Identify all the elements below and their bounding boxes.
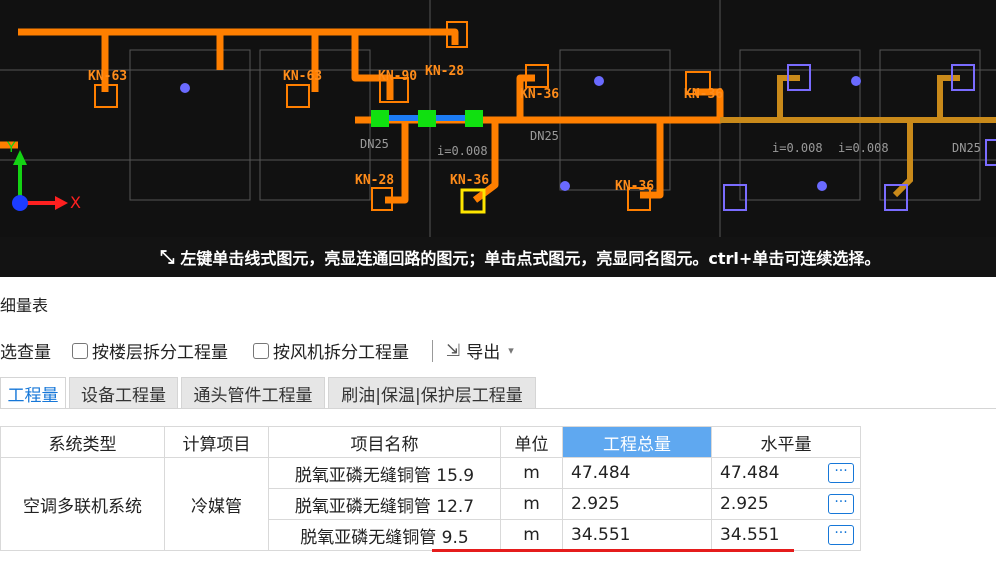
hint-text: 左键单击线式图元，亮显连通回路的图元；单击点式图元，亮显同名图元。ctrl+单击… [180, 249, 881, 268]
pipe-size-label: DN25 [360, 137, 389, 151]
tab-label: 通头管件工程量 [193, 385, 313, 406]
hint-bar: ⤡ 左键单击线式图元，亮显连通回路的图元；单击点式图元，亮显同名图元。ctrl+… [0, 237, 996, 277]
slope-label: i=0.008 [838, 141, 889, 155]
axis-gizmo: Y X [6, 140, 81, 212]
more-button[interactable]: ··· [828, 494, 854, 514]
column-header[interactable]: 计算项目 [164, 426, 269, 458]
unit-label: KN-36 [615, 179, 654, 194]
axis-x-label: X [70, 193, 81, 212]
quantity-table: 系统类型 计算项目 项目名称 单位 工程总量 水平量 空调多联机系统 冷媒管 脱… [0, 426, 861, 551]
checkbox-icon[interactable] [253, 342, 269, 359]
tab-insulation[interactable]: 刷油|保温|保护层工程量 [328, 377, 536, 409]
tab-label: 工程量 [7, 385, 59, 406]
split-floor-checkbox[interactable]: 按楼层拆分工程量 [72, 338, 228, 363]
unit-label: KN-36 [684, 87, 723, 102]
table-header-row: 系统类型 计算项目 项目名称 单位 工程总量 水平量 [0, 426, 861, 458]
unit-label: KN-36 [450, 173, 489, 188]
filter-query-button[interactable]: 选查量 [0, 338, 51, 363]
red-underline-annotation [432, 549, 794, 552]
split-fan-checkbox[interactable]: 按风机拆分工程量 [253, 338, 409, 363]
slope-label: i=0.008 [437, 144, 488, 158]
tab-equipment[interactable]: 设备工程量 [69, 377, 178, 409]
cad-drawing[interactable]: KN-63 KN-63 KN-90 KN-28 KN-36 KN-36 KN-2… [0, 0, 996, 277]
slope-label: i=0.008 [772, 141, 823, 155]
unit-cell[interactable]: m [500, 519, 563, 551]
checkbox-icon[interactable] [72, 342, 88, 359]
horizontal-value: 47.484 [720, 463, 780, 483]
more-button[interactable]: ··· [828, 463, 854, 483]
system-type-cell[interactable]: 空调多联机系统 [0, 457, 165, 551]
tab-label: 设备工程量 [81, 385, 166, 406]
horizontal-cell[interactable]: 2.925 ··· [711, 488, 861, 520]
export-icon: ⇲ [446, 340, 461, 361]
export-button[interactable]: ⇲ 导出 ▾ [446, 338, 514, 364]
total-cell[interactable]: 47.484 [562, 457, 712, 489]
unit-label: KN-90 [378, 69, 417, 84]
chevron-down-icon[interactable]: ▾ [508, 344, 514, 357]
horizontal-value: 34.551 [720, 525, 780, 545]
tab-fittings[interactable]: 通头管件工程量 [181, 377, 325, 409]
panel-title: 细量表 [0, 296, 49, 315]
unit-cell[interactable]: m [500, 488, 563, 520]
unit-label: KN-63 [88, 69, 127, 84]
total-cell[interactable]: 2.925 [562, 488, 712, 520]
column-header[interactable]: 水平量 [711, 426, 861, 458]
total-cell[interactable]: 34.551 [562, 519, 712, 551]
cad-viewport[interactable]: KN-63 KN-63 KN-90 KN-28 KN-36 KN-36 KN-2… [0, 0, 996, 277]
split-fan-label: 按风机拆分工程量 [273, 343, 409, 363]
unit-label: KN-28 [355, 173, 394, 188]
unit-label: KN-63 [283, 69, 322, 84]
export-label: 导出 [466, 343, 501, 363]
more-button[interactable]: ··· [828, 525, 854, 545]
pipe-size-label: DN25 [952, 141, 981, 155]
item-name-cell[interactable]: 脱氧亚磷无缝铜管 12.7 [268, 488, 501, 520]
unit-label: KN-36 [520, 87, 559, 102]
horizontal-cell[interactable]: 34.551 ··· [711, 519, 861, 551]
horizontal-value: 2.925 [720, 494, 769, 514]
toolbar-divider [432, 340, 433, 362]
collapse-arrows-icon: ⤡ [160, 246, 175, 268]
column-header-selected[interactable]: 工程总量 [562, 426, 712, 458]
tab-quantity[interactable]: 工程量 [0, 377, 66, 409]
column-header[interactable]: 项目名称 [268, 426, 501, 458]
tab-label: 刷油|保温|保护层工程量 [341, 385, 523, 406]
axis-y-label: Y [6, 140, 16, 156]
horizontal-cell[interactable]: 47.484 ··· [711, 457, 861, 489]
split-floor-label: 按楼层拆分工程量 [92, 343, 228, 363]
column-header[interactable]: 单位 [500, 426, 563, 458]
tab-divider [0, 408, 996, 409]
column-header[interactable]: 系统类型 [0, 426, 165, 458]
item-name-cell[interactable]: 脱氧亚磷无缝铜管 15.9 [268, 457, 501, 489]
table-row[interactable]: 空调多联机系统 冷媒管 脱氧亚磷无缝铜管 15.9 m 47.484 47.48… [0, 457, 861, 551]
unit-label: KN-28 [425, 64, 464, 79]
pipe-size-label: DN25 [530, 129, 559, 143]
item-name-cell[interactable]: 脱氧亚磷无缝铜管 9.5 [268, 519, 501, 551]
calc-item-cell[interactable]: 冷媒管 [164, 457, 269, 551]
filter-query-label: 选查量 [0, 343, 51, 363]
unit-cell[interactable]: m [500, 457, 563, 489]
